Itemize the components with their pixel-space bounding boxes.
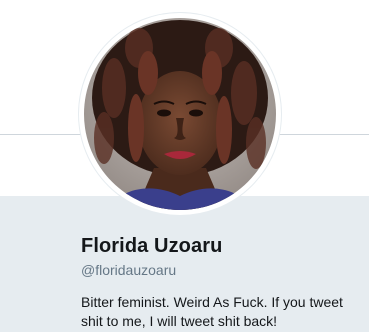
avatar-photo bbox=[84, 18, 276, 210]
profile-handle[interactable]: @floridauzoaru bbox=[81, 262, 176, 278]
avatar[interactable] bbox=[79, 13, 281, 215]
profile-name[interactable]: Florida Uzoaru bbox=[81, 235, 222, 258]
profile-bio: Bitter feminist. Weird As Fuck. If you t… bbox=[81, 294, 343, 329]
